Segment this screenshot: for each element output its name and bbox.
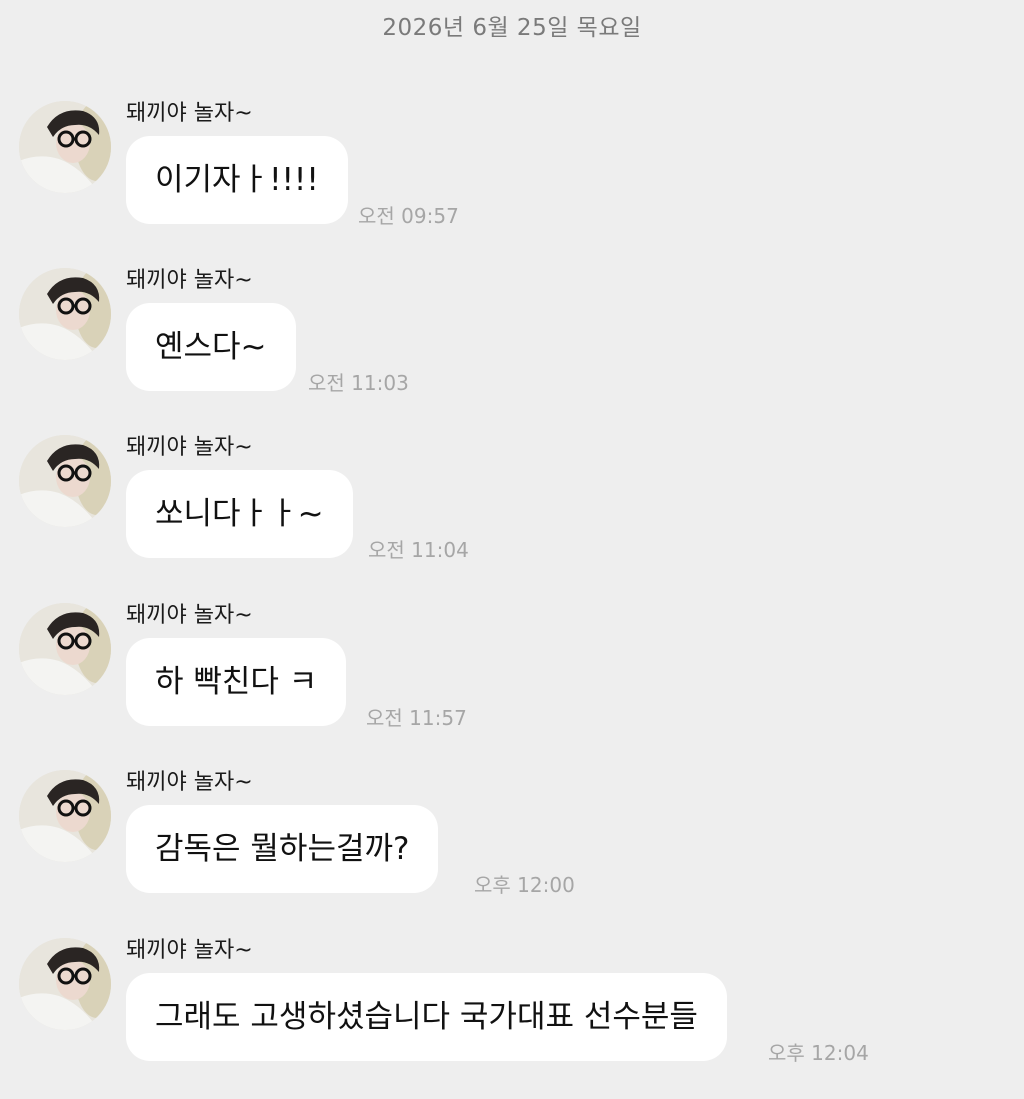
chat-message: 돼끼야 놀자~ 그래도 고생하셨습니다 국가대표 선수분들 오후 12:04 [0,925,1024,1065]
message-time: 오전 09:57 [358,204,459,228]
sender-name: 돼끼야 놀자~ [126,435,253,460]
avatar-icon [19,603,111,695]
avatar-icon [19,101,111,193]
sender-name: 돼끼야 놀자~ [126,268,253,293]
date-divider: 2026년 6월 25일 목요일 [382,15,642,41]
avatar[interactable] [19,603,111,695]
sender-name: 돼끼야 놀자~ [126,603,253,628]
message-time: 오전 11:57 [366,706,467,730]
avatar[interactable] [19,938,111,1030]
sender-name: 돼끼야 놀자~ [126,770,253,795]
message-time: 오후 12:00 [474,873,575,897]
avatar-icon [19,938,111,1030]
chat-message: 돼끼야 놀자~ 쏘니다ㅏㅏ~ 오전 11:04 [0,422,1024,562]
message-time: 오전 11:03 [308,371,409,395]
message-bubble[interactable]: 옌스다~ [126,303,296,391]
message-bubble[interactable]: 쏘니다ㅏㅏ~ [126,470,353,558]
avatar-icon [19,268,111,360]
avatar[interactable] [19,435,111,527]
message-bubble[interactable]: 이기자ㅏ!!!! [126,136,348,224]
sender-name: 돼끼야 놀자~ [126,101,253,126]
chat-message: 돼끼야 놀자~ 옌스다~ 오전 11:03 [0,255,1024,395]
chat-message: 돼끼야 놀자~ 감독은 뭘하는걸까? 오후 12:00 [0,757,1024,897]
message-bubble[interactable]: 감독은 뭘하는걸까? [126,805,439,893]
avatar[interactable] [19,770,111,862]
chat-message: 돼끼야 놀자~ 이기자ㅏ!!!! 오전 09:57 [0,88,1024,228]
avatar[interactable] [19,268,111,360]
message-time: 오후 12:04 [768,1041,869,1065]
sender-name: 돼끼야 놀자~ [126,938,253,963]
message-bubble[interactable]: 하 빡친다 ㅋ [126,638,347,726]
message-time: 오전 11:04 [368,538,469,562]
avatar-icon [19,435,111,527]
message-bubble[interactable]: 그래도 고생하셨습니다 국가대표 선수분들 [126,973,727,1061]
avatar-icon [19,770,111,862]
avatar[interactable] [19,101,111,193]
chat-message: 돼끼야 놀자~ 하 빡친다 ㅋ 오전 11:57 [0,590,1024,730]
